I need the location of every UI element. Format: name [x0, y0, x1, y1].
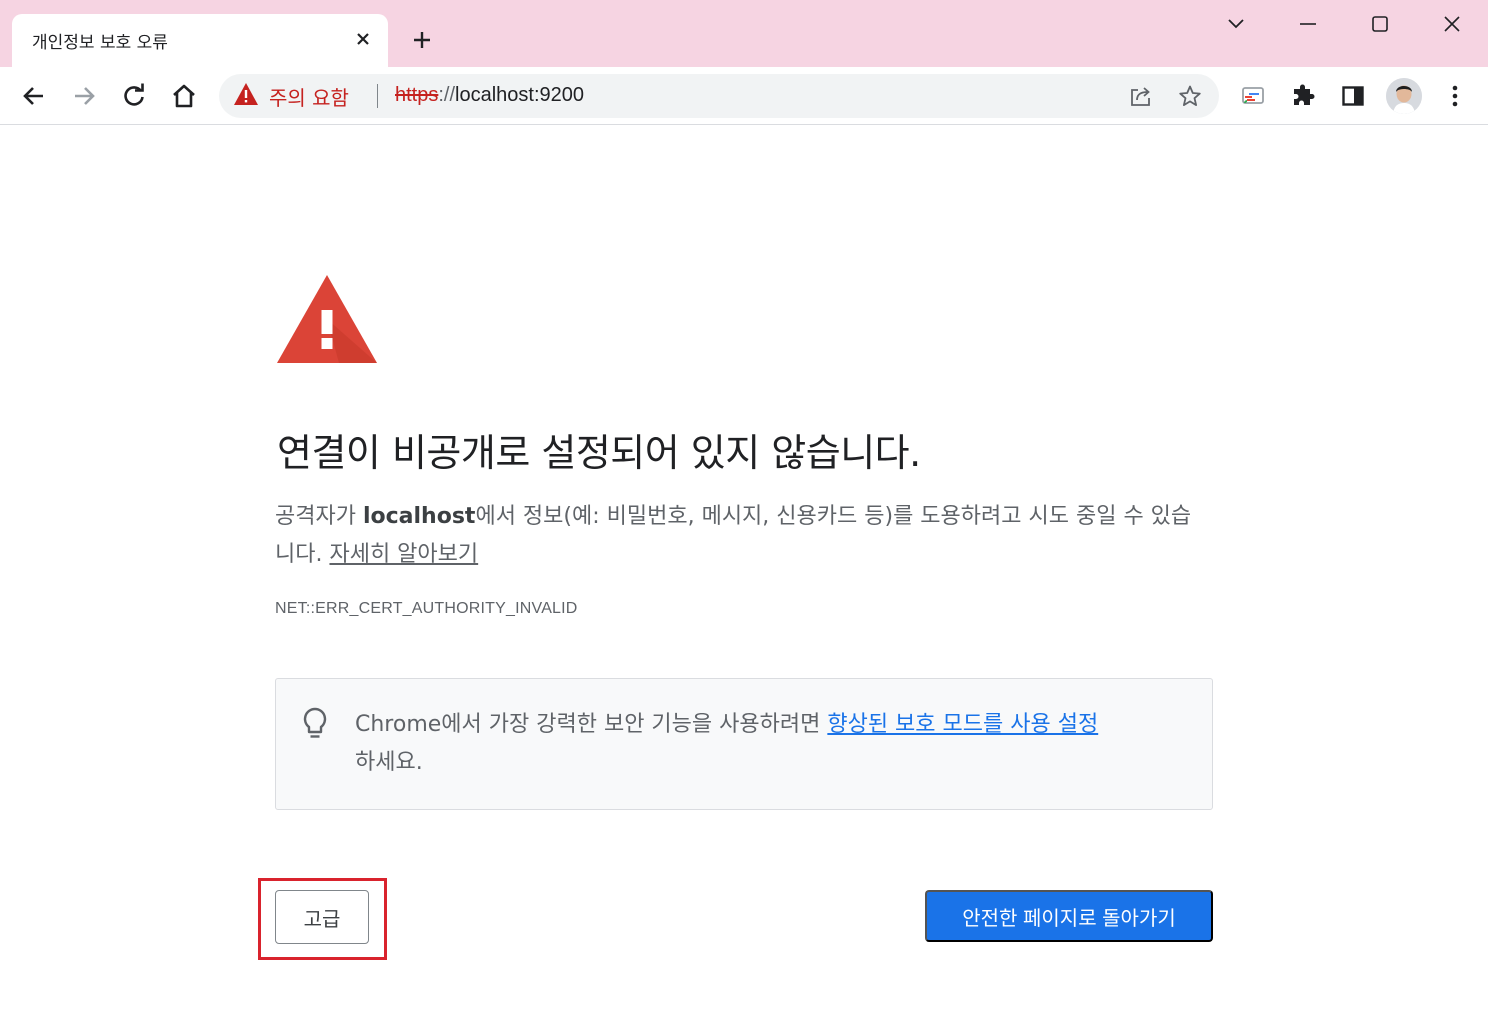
- security-warning-label: 주의 요함: [269, 85, 349, 110]
- lightbulb-icon: [302, 707, 328, 741]
- active-tab[interactable]: 개인정보 보호 오류: [12, 14, 388, 67]
- promo-prefix: Chrome에서 가장 강력한 보안 기능을 사용하려면: [355, 712, 828, 737]
- omnibox-divider: [377, 84, 378, 108]
- advanced-button[interactable]: 고급: [275, 890, 369, 944]
- window-close-icon[interactable]: [1430, 8, 1474, 40]
- cast-icon[interactable]: [1234, 77, 1272, 115]
- learn-more-link[interactable]: 자세히 알아보기: [329, 542, 478, 567]
- star-icon[interactable]: [1176, 82, 1204, 110]
- page-title: 연결이 비공개로 설정되어 있지 않습니다.: [277, 431, 921, 475]
- back-arrow-icon[interactable]: [15, 77, 53, 115]
- share-icon[interactable]: [1127, 82, 1155, 110]
- tab-title: 개인정보 보호 오류: [32, 33, 168, 53]
- url-host: localhost:9200: [455, 84, 585, 106]
- promo-text: Chrome에서 가장 강력한 보안 기능을 사용하려면 향상된 보호 모드를 …: [355, 706, 1195, 782]
- enhanced-protection-link[interactable]: 향상된 보호 모드를 사용 설정: [827, 712, 1098, 737]
- address-bar[interactable]: 주의 요함 https://localhost:9200: [219, 74, 1219, 118]
- toolbar: 주의 요함 https://localhost:9200: [0, 67, 1488, 125]
- red-warning-triangle-icon: [275, 272, 379, 366]
- warning-description: 공격자가 localhost에서 정보(예: 비밀번호, 메시지, 신용카드 등…: [275, 498, 1205, 574]
- maximize-icon[interactable]: [1358, 8, 1402, 40]
- error-code: NET::ERR_CERT_AUTHORITY_INVALID: [275, 600, 578, 617]
- warning-triangle-icon: [233, 82, 259, 110]
- promo-suffix: 하세요.: [355, 750, 423, 775]
- puzzle-icon[interactable]: [1284, 77, 1322, 115]
- url-scheme: https: [395, 84, 439, 106]
- more-vert-icon[interactable]: [1436, 77, 1474, 115]
- close-tab-icon[interactable]: [352, 28, 374, 50]
- side-panel-icon[interactable]: [1334, 77, 1372, 115]
- minimize-icon[interactable]: [1286, 8, 1330, 40]
- forward-arrow-icon[interactable]: [65, 77, 103, 115]
- reload-icon[interactable]: [115, 77, 153, 115]
- home-icon[interactable]: [165, 77, 203, 115]
- tab-strip: 개인정보 보호 오류: [0, 0, 1488, 67]
- url-separator: ://: [438, 84, 456, 106]
- url-text[interactable]: https://localhost:9200: [395, 84, 584, 107]
- tab-search-chevron-down-icon[interactable]: [1214, 8, 1258, 40]
- avatar[interactable]: [1386, 78, 1422, 114]
- description-host: localhost: [362, 504, 476, 529]
- description-prefix: 공격자가: [275, 504, 363, 529]
- security-chip[interactable]: 주의 요함: [233, 82, 349, 110]
- enhanced-protection-promo: Chrome에서 가장 강력한 보안 기능을 사용하려면 향상된 보호 모드를 …: [275, 678, 1213, 810]
- back-to-safety-button[interactable]: 안전한 페이지로 돌아가기: [925, 890, 1213, 942]
- new-tab-plus-icon[interactable]: [406, 24, 438, 56]
